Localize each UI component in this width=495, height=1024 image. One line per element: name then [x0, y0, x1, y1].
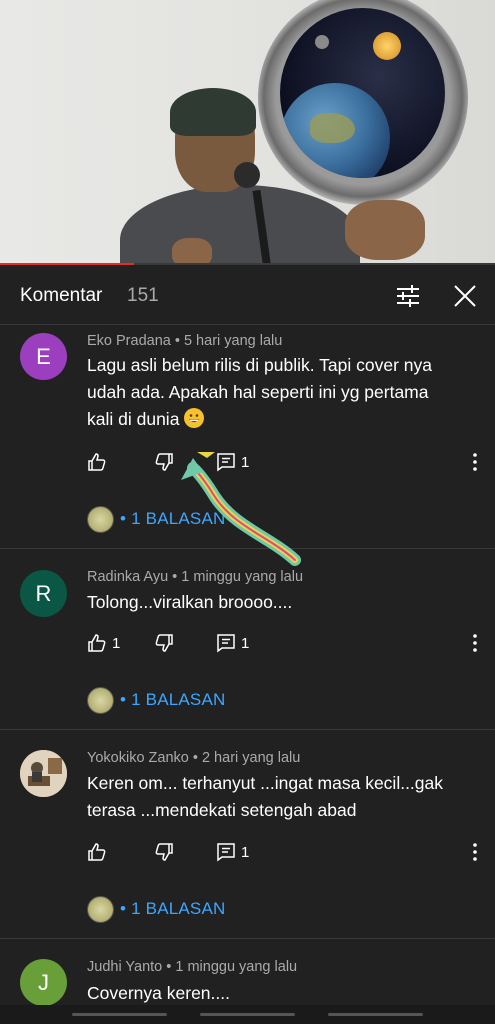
comment-text: Tolong...viralkan broooo.... [87, 589, 472, 616]
grinning-emoji-icon [184, 408, 205, 428]
comments-title: Komentar [20, 285, 103, 306]
avatar[interactable]: J [20, 959, 67, 1006]
comment-text: Lagu asli belum rilis di publik. Tapi co… [87, 352, 472, 433]
comment-text-line: Covernya keren.... [87, 983, 230, 1003]
comment-text-line: udah ada. Apakah hal seperti ini yg pert… [87, 382, 429, 402]
thumbs-down-icon [155, 453, 173, 471]
earth [280, 83, 390, 178]
replies-label: • 1 BALASAN [120, 690, 226, 709]
comments-header: Komentar 151 [0, 267, 495, 325]
singer-hand [172, 238, 212, 265]
thumbs-down-icon [155, 843, 173, 861]
reply-count: 1 [241, 843, 250, 861]
comment-text-line: Tolong...viralkan broooo.... [87, 592, 293, 612]
like-button[interactable] [87, 840, 112, 864]
comment-item: Yokokiko Zanko • 2 hari yang lalu Keren … [0, 730, 495, 939]
sort-filter-icon[interactable] [395, 284, 421, 308]
singer-hand [345, 200, 425, 260]
comment-text-line: terasa ...mendekati setengah abad [87, 800, 357, 820]
system-nav-bar [0, 1005, 495, 1024]
comment-actions: 1 [87, 840, 487, 864]
reply-count: 1 [241, 634, 250, 652]
comment-actions: 1 1 [87, 631, 487, 655]
comments-count: 151 [127, 285, 159, 306]
comment-item: J Judhi Yanto • 1 minggu yang lalu Cover… [0, 939, 495, 1007]
comment-meta: Yokokiko Zanko • 2 hari yang lalu [87, 750, 301, 766]
reply-author-avatar [87, 686, 114, 714]
comment-text-fragment: kali di dunia [87, 409, 180, 429]
comment-meta: Eko Pradana • 5 hari yang lalu [87, 333, 283, 349]
like-button[interactable] [87, 450, 112, 474]
reply-comment-icon [217, 634, 235, 653]
nav-indicator [200, 1013, 295, 1016]
avatar[interactable]: E [20, 333, 67, 380]
moon [315, 35, 329, 49]
comment-text-line: Keren om... terhanyut ...ingat masa keci… [87, 773, 444, 793]
comment-text: Covernya keren.... [87, 980, 472, 1007]
thumbs-up-icon [88, 453, 106, 471]
avatar[interactable] [20, 750, 67, 797]
dislike-button[interactable] [154, 840, 174, 864]
reply-comment-icon [217, 843, 235, 862]
view-replies-button[interactable]: • 1 BALASAN [87, 894, 225, 924]
reply-button[interactable]: 1 [216, 840, 249, 864]
like-button[interactable]: 1 [87, 631, 120, 655]
nav-indicator [72, 1013, 167, 1016]
like-count: 1 [112, 634, 121, 652]
reply-author-avatar [87, 505, 114, 533]
avatar-letter: E [36, 343, 51, 369]
microphone [234, 162, 260, 188]
thumbs-up-icon [88, 634, 106, 652]
sun [373, 32, 401, 60]
porthole-space [280, 8, 445, 178]
video-progress-bar[interactable] [0, 263, 495, 265]
nav-indicator [328, 1013, 423, 1016]
avatar-letter: J [38, 969, 49, 995]
video-player[interactable] [0, 0, 495, 265]
comment-text: Keren om... terhanyut ...ingat masa keci… [87, 770, 472, 824]
avatar[interactable]: R [20, 570, 67, 617]
annotation-arrow-icon [181, 452, 301, 566]
singer-beanie [170, 88, 256, 136]
video-progress-fill [0, 263, 134, 265]
reply-author-avatar [87, 895, 114, 923]
comment-meta: Judhi Yanto • 1 minggu yang lalu [87, 959, 298, 975]
more-options-icon[interactable] [465, 632, 485, 654]
comment-item: R Radinka Ayu • 1 minggu yang lalu Tolon… [0, 549, 495, 730]
thumbs-up-icon [88, 843, 106, 861]
thumbs-down-icon [155, 634, 173, 652]
comment-text-line: Lagu asli belum rilis di publik. Tapi co… [87, 355, 432, 375]
dislike-button[interactable] [154, 631, 174, 655]
reply-button[interactable]: 1 [216, 631, 249, 655]
avatar-letter: R [35, 580, 52, 606]
view-replies-button[interactable]: • 1 BALASAN [87, 685, 225, 715]
close-icon[interactable] [453, 284, 477, 308]
comment-text-line: kali di dunia [87, 406, 472, 433]
dislike-button[interactable] [154, 450, 174, 474]
more-options-icon[interactable] [465, 841, 485, 863]
user-photo-avatar [20, 750, 67, 797]
replies-label: • 1 BALASAN [120, 899, 226, 918]
more-options-icon[interactable] [465, 451, 485, 473]
